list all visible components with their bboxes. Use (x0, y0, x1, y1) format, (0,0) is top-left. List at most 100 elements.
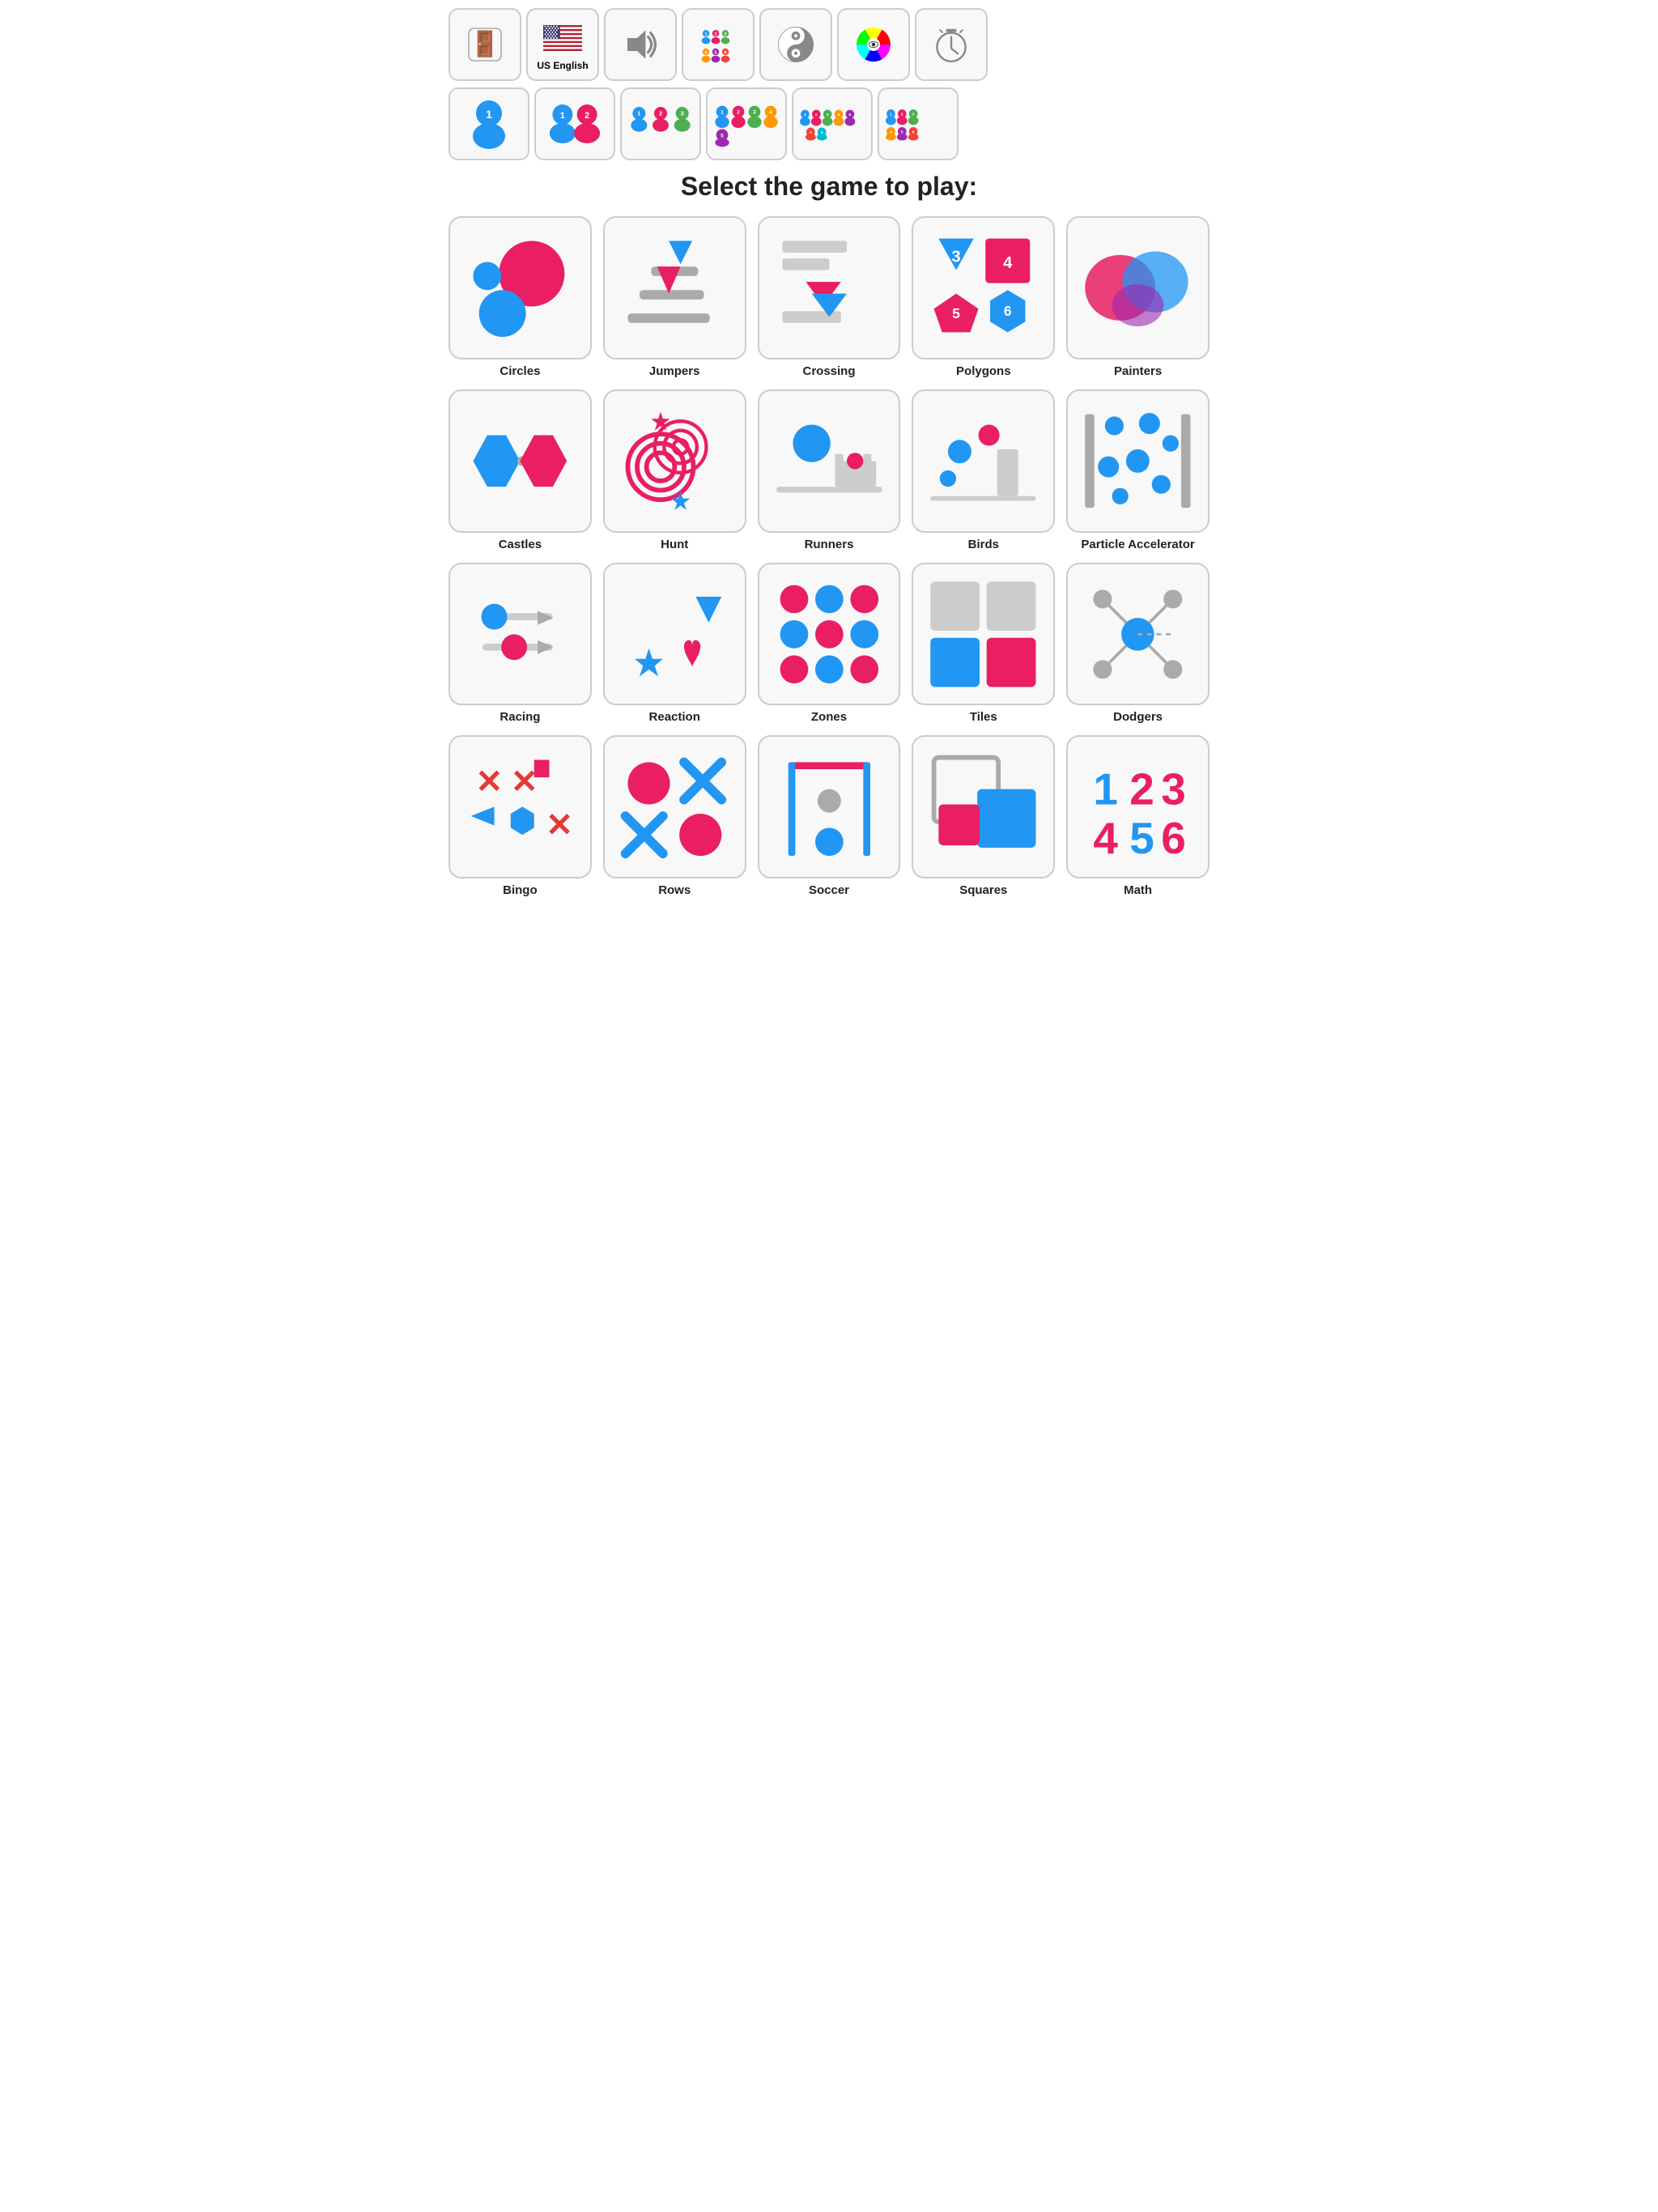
svg-text:2: 2 (901, 113, 903, 117)
player-3-button[interactable]: 1 2 3 (620, 87, 701, 160)
colorwheel-button[interactable] (837, 8, 910, 81)
game-card-jumpers[interactable] (603, 216, 746, 359)
game-item-tiles[interactable]: Tiles (912, 563, 1055, 725)
players-config-button[interactable]: 1 2 3 4 5 6 (682, 8, 755, 81)
svg-text:6: 6 (1162, 814, 1187, 864)
game-label-math: Math (1124, 883, 1152, 897)
soccer-icon (771, 748, 888, 866)
player-4-icon: 1 2 3 4 5 (714, 96, 779, 152)
game-card-circles[interactable] (449, 216, 592, 359)
game-card-particle-accelerator[interactable] (1066, 389, 1209, 533)
game-card-math[interactable]: 1 2 3 4 5 6 (1066, 735, 1209, 878)
game-item-particle-accelerator[interactable]: Particle Accelerator (1066, 389, 1209, 551)
game-label-polygons: Polygons (956, 364, 1011, 378)
yinyang-button[interactable] (759, 8, 832, 81)
game-card-dodgers[interactable] (1066, 563, 1209, 706)
game-item-rows[interactable]: Rows (603, 735, 746, 897)
exit-button[interactable]: 🚪 (449, 8, 521, 81)
game-item-bingo[interactable]: ✕ ✕ ✕ Bingo (449, 735, 592, 897)
player-2-icon: 1 2 (542, 96, 607, 152)
rows-icon (616, 748, 733, 866)
language-button[interactable]: US English (526, 8, 599, 81)
svg-text:6: 6 (725, 50, 727, 55)
game-label-circles: Circles (500, 364, 540, 378)
page-title: Select the game to play: (449, 172, 1209, 202)
game-label-bingo: Bingo (503, 883, 538, 897)
circles-icon (461, 229, 579, 347)
birds-icon (925, 402, 1042, 520)
colorwheel-icon (854, 25, 893, 64)
player-1-button[interactable]: 1 (449, 87, 529, 160)
zones-icon (771, 576, 888, 693)
svg-text:4: 4 (1004, 254, 1014, 272)
game-item-dodgers[interactable]: Dodgers (1066, 563, 1209, 725)
bingo-icon: ✕ ✕ ✕ (461, 748, 579, 866)
game-card-castles[interactable] (449, 389, 592, 533)
game-label-jumpers: Jumpers (649, 364, 700, 378)
svg-text:5: 5 (715, 50, 717, 55)
player-5-icon: 1 2 3 4 5 4 5 (800, 96, 865, 152)
game-card-hunt[interactable] (603, 389, 746, 533)
player-4-button[interactable]: 1 2 3 4 5 (706, 87, 787, 160)
svg-text:1: 1 (486, 108, 492, 121)
svg-text:3: 3 (1162, 764, 1187, 815)
game-label-dodgers: Dodgers (1113, 710, 1163, 724)
svg-text:4: 4 (890, 130, 892, 134)
player-2-button[interactable]: 1 2 (534, 87, 615, 160)
game-item-hunt[interactable]: Hunt (603, 389, 746, 551)
game-item-math[interactable]: 1 2 3 4 5 6 Math (1066, 735, 1209, 897)
game-label-squares: Squares (959, 883, 1007, 897)
game-item-polygons[interactable]: 3 4 5 6 Polygons (912, 216, 1055, 378)
svg-text:3: 3 (753, 110, 756, 116)
timer-button[interactable] (915, 8, 988, 81)
svg-text:2: 2 (737, 110, 740, 116)
svg-text:✕: ✕ (546, 806, 573, 844)
game-card-soccer[interactable] (758, 735, 901, 878)
svg-text:4: 4 (705, 50, 708, 55)
game-item-crossing[interactable]: Crossing (758, 216, 901, 378)
game-label-runners: Runners (805, 538, 854, 551)
game-card-crossing[interactable] (758, 216, 901, 359)
svg-text:5: 5 (1129, 814, 1154, 864)
svg-text:6: 6 (1004, 303, 1012, 319)
game-card-reaction[interactable] (603, 563, 746, 706)
game-card-polygons[interactable]: 3 4 5 6 (912, 216, 1055, 359)
game-item-circles[interactable]: Circles (449, 216, 592, 378)
game-card-rows[interactable] (603, 735, 746, 878)
crossing-icon (771, 229, 888, 347)
player-5-button[interactable]: 1 2 3 4 5 4 5 (792, 87, 873, 160)
game-card-birds[interactable] (912, 389, 1055, 533)
svg-text:4: 4 (838, 113, 840, 117)
game-label-racing: Racing (500, 710, 540, 724)
particle-accelerator-icon (1079, 402, 1197, 520)
game-card-zones[interactable] (758, 563, 901, 706)
game-item-castles[interactable]: Castles (449, 389, 592, 551)
svg-text:3: 3 (681, 110, 684, 117)
squares-icon (925, 748, 1042, 866)
game-item-runners[interactable]: Runners (758, 389, 901, 551)
game-card-runners[interactable] (758, 389, 901, 533)
game-item-jumpers[interactable]: Jumpers (603, 216, 746, 378)
player-6-button[interactable]: 1 2 3 4 5 6 (878, 87, 959, 160)
exit-icon: 🚪 (466, 25, 504, 64)
svg-text:3: 3 (952, 249, 961, 266)
game-item-birds[interactable]: Birds (912, 389, 1055, 551)
game-item-reaction[interactable]: Reaction (603, 563, 746, 725)
game-item-zones[interactable]: Zones (758, 563, 901, 725)
yinyang-icon (776, 25, 815, 64)
svg-text:1: 1 (890, 113, 892, 117)
game-card-bingo[interactable]: ✕ ✕ ✕ (449, 735, 592, 878)
game-item-soccer[interactable]: Soccer (758, 735, 901, 897)
svg-text:2: 2 (1129, 764, 1154, 815)
game-item-racing[interactable]: Racing (449, 563, 592, 725)
game-card-painters[interactable] (1066, 216, 1209, 359)
svg-text:5: 5 (721, 133, 724, 138)
toolbar: 🚪 US English (449, 8, 1209, 81)
game-card-racing[interactable] (449, 563, 592, 706)
game-card-tiles[interactable] (912, 563, 1055, 706)
sound-button[interactable] (604, 8, 677, 81)
game-item-squares[interactable]: Squares (912, 735, 1055, 897)
game-card-squares[interactable] (912, 735, 1055, 878)
svg-text:4: 4 (810, 130, 812, 135)
game-item-painters[interactable]: Painters (1066, 216, 1209, 378)
